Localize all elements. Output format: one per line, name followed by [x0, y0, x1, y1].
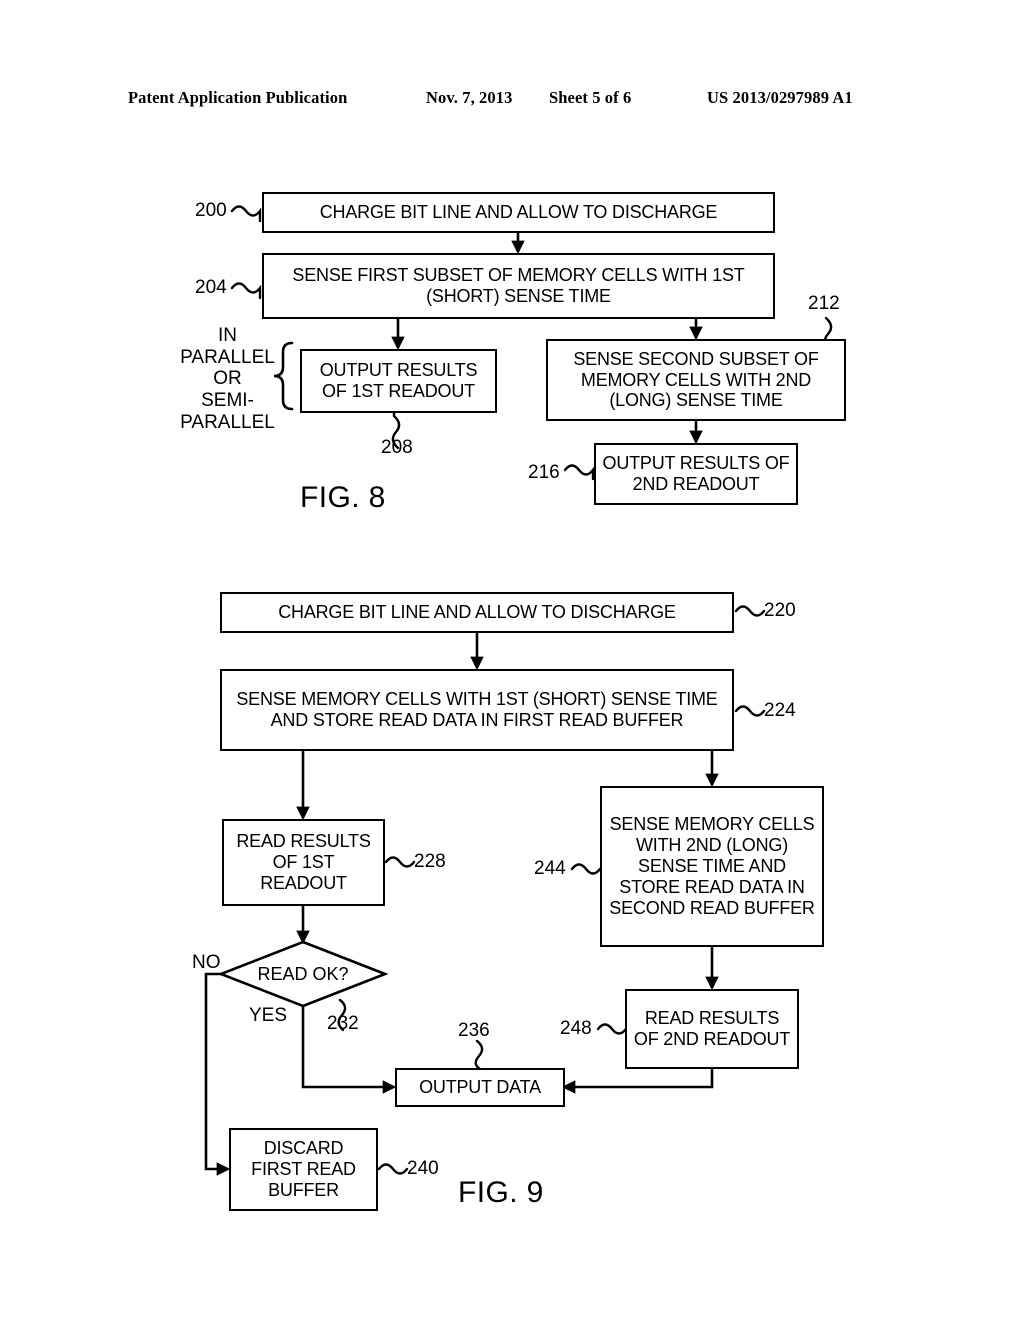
fig8-node-200-label: CHARGE BIT LINE AND ALLOW TO DISCHARGE [319, 202, 718, 223]
fig9-ref-224: 224 [764, 700, 796, 721]
fig9-ref-232: 232 [327, 1013, 359, 1034]
fig9-node-248: READ RESULTS OF 2ND READOUT [625, 989, 799, 1069]
fig8-ref-212: 212 [808, 293, 840, 314]
fig9-decision-232: READ OK? [221, 964, 385, 985]
fig8-node-200: CHARGE BIT LINE AND ALLOW TO DISCHARGE [262, 192, 775, 233]
fig9-node-244-label: SENSE MEMORY CELLS WITH 2ND (LONG) SENSE… [609, 814, 815, 918]
fig8-ref-200: 200 [195, 200, 227, 221]
header-publication-title: Patent Application Publication [128, 88, 348, 107]
fig8-ref-216: 216 [528, 462, 560, 483]
fig9-decision-232-label: READ OK? [257, 964, 349, 984]
fig9-node-228: READ RESULTS OF 1ST READOUT [222, 819, 385, 906]
fig9-ref-240: 240 [407, 1158, 439, 1179]
header-publication-date: Nov. 7, 2013 [426, 88, 513, 107]
fig9-node-224: SENSE MEMORY CELLS WITH 1ST (SHORT) SENS… [220, 669, 734, 751]
fig8-node-212-label: SENSE SECOND SUBSET OF MEMORY CELLS WITH… [573, 348, 819, 411]
fig9-node-240-label: DISCARD FIRST READ BUFFER [251, 1138, 356, 1200]
fig9-node-220-label: CHARGE BIT LINE AND ALLOW TO DISCHARGE [278, 602, 676, 623]
fig9-caption: FIG. 9 [458, 1176, 544, 1209]
fig8-node-216-label: OUTPUT RESULTS OF 2ND READOUT [602, 453, 790, 494]
fig8-parallel-annotation: IN PARALLEL OR SEMI- PARALLEL [180, 325, 275, 433]
fig9-node-236-label: OUTPUT DATA [419, 1077, 541, 1098]
fig9-branch-label-yes: YES [249, 1005, 288, 1026]
fig9-node-228-label: READ RESULTS OF 1ST READOUT [236, 831, 371, 893]
fig8-node-212: SENSE SECOND SUBSET OF MEMORY CELLS WITH… [546, 339, 846, 421]
page-header: Patent Application Publication Nov. 7, 2… [0, 86, 1024, 110]
fig9-node-244: SENSE MEMORY CELLS WITH 2ND (LONG) SENSE… [600, 786, 824, 947]
fig9-ref-248: 248 [560, 1018, 592, 1039]
header-sheet-number: Sheet 5 of 6 [549, 88, 632, 107]
fig9-ref-228: 228 [414, 851, 446, 872]
fig8-node-204: SENSE FIRST SUBSET OF MEMORY CELLS WITH … [262, 253, 775, 319]
fig9-ref-220: 220 [764, 600, 796, 621]
fig9-branch-label-no: NO [192, 952, 221, 973]
fig9-node-240: DISCARD FIRST READ BUFFER [229, 1128, 378, 1211]
fig9-ref-244: 244 [534, 858, 566, 879]
fig9-node-236: OUTPUT DATA [395, 1068, 565, 1107]
fig9-ref-236: 236 [458, 1020, 490, 1041]
fig9-node-220: CHARGE BIT LINE AND ALLOW TO DISCHARGE [220, 592, 734, 633]
fig9-node-248-label: READ RESULTS OF 2ND READOUT [633, 1008, 791, 1049]
fig8-ref-208: 208 [381, 437, 413, 458]
fig8-caption: FIG. 8 [300, 481, 386, 514]
fig8-node-208: OUTPUT RESULTS OF 1ST READOUT [300, 349, 497, 413]
fig9-node-224-label: SENSE MEMORY CELLS WITH 1ST (SHORT) SENS… [236, 689, 718, 730]
fig8-node-216: OUTPUT RESULTS OF 2ND READOUT [594, 443, 798, 505]
header-patent-number: US 2013/0297989 A1 [707, 88, 853, 107]
fig8-node-204-label: SENSE FIRST SUBSET OF MEMORY CELLS WITH … [292, 265, 745, 306]
fig8-node-208-label: OUTPUT RESULTS OF 1ST READOUT [319, 360, 478, 401]
fig8-ref-204: 204 [195, 277, 227, 298]
